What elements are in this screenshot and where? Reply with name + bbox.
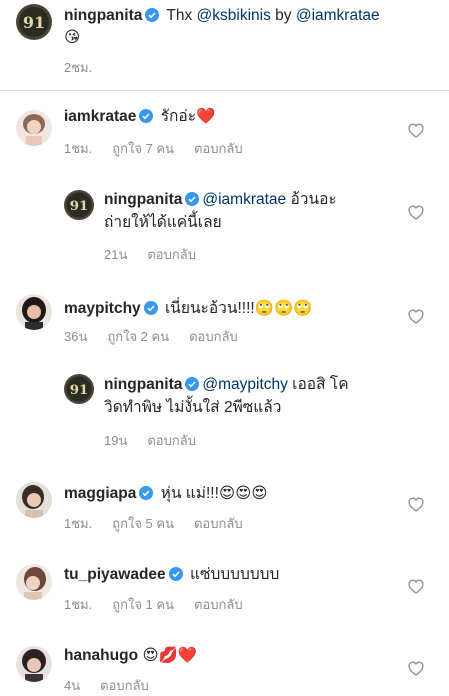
comment-body: เนี่ยนะอ้วน!!!! — [160, 300, 255, 317]
timestamp: 4น — [64, 678, 81, 693]
timestamp: 21น — [104, 247, 128, 262]
svg-text:91: 91 — [70, 382, 89, 398]
avatar[interactable]: 91 — [64, 374, 94, 404]
comment-text: ningpanita Thx @ksbikinis by @iamkratae — [64, 5, 380, 27]
comment-item: hanahugo 😍💋❤️ 4น ตอบกลับ — [0, 618, 449, 696]
username[interactable]: iamkratae — [64, 108, 136, 125]
mention-link[interactable]: @iamkratae — [296, 7, 380, 24]
timestamp: 19น — [104, 433, 128, 448]
likes-count[interactable]: ถูกใจ 1 คน — [112, 597, 174, 612]
comment-item: 91 ningpanita @iamkratae อ้วนอะ ถ่ายให้ได… — [0, 170, 449, 270]
comment-body: รักอ่ะ❤️ — [156, 108, 216, 125]
reply-button[interactable]: ตอบกลับ — [194, 141, 243, 156]
likes-count[interactable]: ถูกใจ 7 คน — [112, 141, 174, 156]
emoji-group: 😍💋❤️ — [142, 647, 198, 664]
reply-button[interactable]: ตอบกลับ — [100, 678, 149, 693]
reply-button[interactable]: ตอบกลับ — [194, 597, 243, 612]
comment-item: 91 ningpanita Thx @ksbikinis by @iamkrat… — [0, 0, 449, 90]
username[interactable]: ningpanita — [104, 191, 182, 208]
comment-emoji: 😘 — [64, 29, 81, 46]
comment-item: 91 ningpanita @maypitchy เออสิ โค วิดทำพิ… — [0, 352, 449, 454]
timestamp: 1ชม. — [64, 516, 93, 531]
comment-body: by — [270, 7, 296, 24]
emoji-group: 😍😍😍 — [218, 485, 268, 502]
reply-button[interactable]: ตอบกลับ — [147, 247, 196, 262]
comment-meta: 4น ตอบกลับ — [64, 675, 169, 696]
heart-outline-icon[interactable] — [407, 308, 425, 324]
mention-link[interactable]: @maypitchy — [202, 376, 288, 393]
mention-link[interactable]: @iamkratae — [202, 191, 286, 208]
avatar[interactable] — [16, 564, 52, 600]
avatar[interactable] — [16, 646, 52, 682]
mention-link[interactable]: @ksbikinis — [197, 7, 271, 24]
heart-outline-icon[interactable] — [407, 204, 425, 220]
timestamp: 1ชม. — [64, 597, 93, 612]
comment-body: แซ่บบบบบบบ — [185, 566, 280, 583]
comment-item: maypitchy เนี่ยนะอ้วน!!!!🙄🙄🙄 36น ถูกใจ 2 … — [0, 270, 449, 352]
username[interactable]: tu_piyawadee — [64, 566, 166, 583]
comment-body: หุ่น แม่!!! — [156, 485, 219, 502]
verified-badge-icon — [139, 486, 154, 500]
comment-meta: 36น ถูกใจ 2 คน ตอบกลับ — [64, 326, 258, 347]
comment-text: ningpanita @maypitchy เออสิ โค — [104, 374, 349, 396]
comment-item: tu_piyawadee แซ่บบบบบบบ 1ชม. ถูกใจ 1 คน ตอ… — [0, 536, 449, 618]
heart-outline-icon[interactable] — [407, 660, 425, 676]
verified-badge-icon — [145, 8, 160, 22]
username[interactable]: hanahugo — [64, 647, 138, 664]
reply-button[interactable]: ตอบกลับ — [194, 516, 243, 531]
avatar[interactable] — [16, 482, 52, 518]
username[interactable]: maggiapa — [64, 485, 136, 502]
comment-meta: 2ชม. — [64, 57, 112, 78]
verified-badge-icon — [185, 377, 200, 391]
comment-meta: 1ชม. ถูกใจ 7 คน ตอบกลับ — [64, 138, 263, 159]
comment-text: maypitchy เนี่ยนะอ้วน!!!!🙄🙄🙄 — [64, 298, 313, 320]
emoji-group: 🙄🙄🙄 — [254, 300, 313, 317]
timestamp: 1ชม. — [64, 141, 93, 156]
username[interactable]: ningpanita — [64, 7, 142, 24]
comment-text: iamkratae รักอ่ะ❤️ — [64, 106, 215, 128]
comment-text: tu_piyawadee แซ่บบบบบบบ — [64, 564, 279, 586]
heart-outline-icon[interactable] — [407, 578, 425, 594]
avatar[interactable]: 91 — [16, 4, 52, 40]
comment-text-line2: ถ่ายให้ได้แค่นี้เลย — [104, 214, 222, 231]
reply-button[interactable]: ตอบกลับ — [189, 329, 238, 344]
likes-count[interactable]: ถูกใจ 2 คน — [107, 329, 169, 344]
comment-meta: 21น ตอบกลับ — [104, 244, 216, 265]
username[interactable]: maypitchy — [64, 300, 141, 317]
comment-body: Thx — [162, 7, 197, 24]
verified-badge-icon — [168, 567, 183, 581]
username[interactable]: ningpanita — [104, 376, 182, 393]
avatar[interactable]: 91 — [64, 190, 94, 220]
svg-text:91: 91 — [70, 198, 89, 214]
comment-meta: 19น ตอบกลับ — [104, 430, 216, 451]
comment-body: เออสิ โค — [287, 376, 349, 393]
comment-item: iamkratae รักอ่ะ❤️ 1ชม. ถูกใจ 7 คน ตอบกลับ — [0, 90, 449, 170]
verified-badge-icon — [143, 301, 158, 315]
comment-meta: 1ชม. ถูกใจ 5 คน ตอบกลับ — [64, 513, 263, 534]
verified-badge-icon — [185, 192, 200, 206]
avatar[interactable] — [16, 110, 52, 146]
comment-text: ningpanita @iamkratae อ้วนอะ — [104, 189, 337, 211]
comment-item: maggiapa หุ่น แม่!!!😍😍😍 1ชม. ถูกใจ 5 คน ตอ… — [0, 454, 449, 536]
likes-count[interactable]: ถูกใจ 5 คน — [112, 516, 174, 531]
comment-text: hanahugo 😍💋❤️ — [64, 645, 197, 667]
timestamp: 36น — [64, 329, 88, 344]
comment-body: อ้วนอะ — [286, 191, 337, 208]
heart-outline-icon[interactable] — [407, 122, 425, 138]
avatar[interactable] — [16, 294, 52, 330]
heart-outline-icon[interactable] — [407, 496, 425, 512]
comment-text: maggiapa หุ่น แม่!!!😍😍😍 — [64, 483, 267, 505]
comment-text-line2: วิดทำพิษ ไม่งั้นใส่ 2พีซแล้ว — [104, 399, 282, 416]
comment-meta: 1ชม. ถูกใจ 1 คน ตอบกลับ — [64, 594, 263, 615]
reply-button[interactable]: ตอบกลับ — [147, 433, 196, 448]
svg-text:91: 91 — [23, 13, 45, 32]
verified-badge-icon — [139, 109, 154, 123]
timestamp: 2ชม. — [64, 60, 93, 75]
